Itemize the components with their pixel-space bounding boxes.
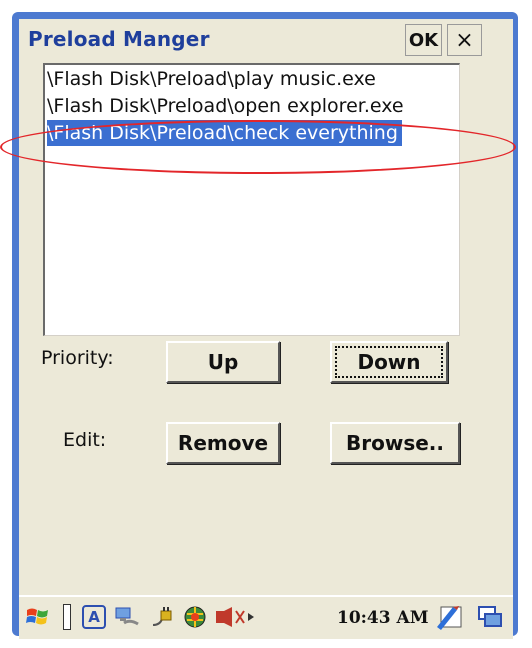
list-item[interactable]: \Flash Disk\Preload\play music.exe [47, 66, 380, 92]
network-icon[interactable] [111, 603, 141, 631]
clock[interactable]: 10:43 AM [337, 608, 429, 628]
close-icon: × [455, 27, 474, 53]
edit-label: Edit: [63, 429, 107, 451]
remove-button[interactable]: Remove [166, 422, 280, 464]
input-panel-icon[interactable] [433, 603, 467, 631]
window-title: Preload Manger [28, 27, 210, 51]
power-plug-icon[interactable] [149, 603, 179, 631]
start-flag-icon[interactable] [23, 603, 53, 631]
input-mode-label: A [82, 605, 106, 629]
desktop-icon[interactable] [473, 603, 507, 631]
priority-label: Priority: [41, 347, 114, 369]
up-button[interactable]: Up [166, 341, 280, 383]
down-button[interactable]: Down [330, 341, 448, 383]
title-bar: Preload Manger OK × [19, 19, 513, 59]
ok-button[interactable]: OK [405, 24, 442, 56]
preload-manager-window: Preload Manger OK × \Flash Disk\Preload\… [19, 19, 513, 639]
input-mode-icon[interactable]: A [81, 603, 107, 631]
taskbar: A 10:43 AM [19, 595, 513, 639]
globe-icon[interactable] [181, 603, 209, 631]
browse-button[interactable]: Browse.. [330, 422, 460, 464]
list-item[interactable]: \Flash Disk\Preload\open explorer.exe [47, 93, 408, 119]
separator-icon [61, 603, 73, 631]
list-item-selected[interactable]: \Flash Disk\Preload\check everything [47, 120, 402, 146]
close-button[interactable]: × [447, 24, 482, 56]
volume-icon[interactable] [213, 603, 259, 631]
preload-list[interactable]: \Flash Disk\Preload\play music.exe \Flas… [43, 63, 460, 336]
